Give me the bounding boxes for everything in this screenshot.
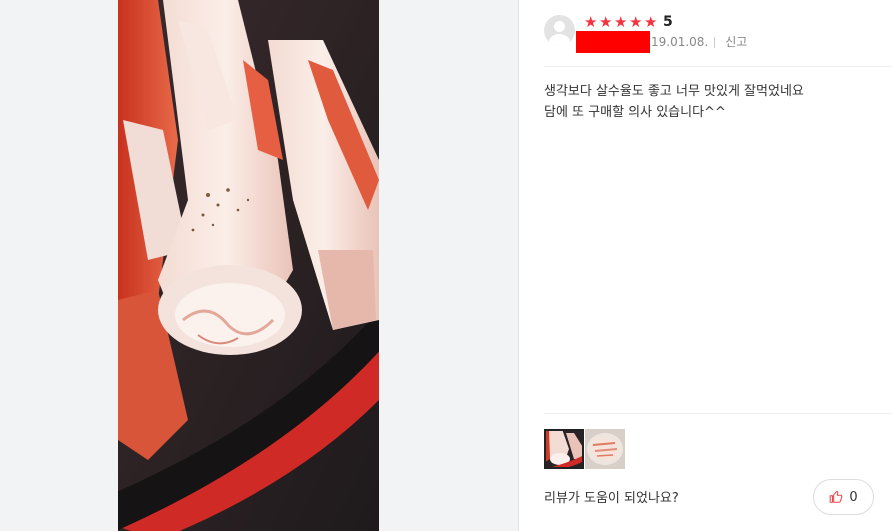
avatar-head-shape	[554, 21, 565, 32]
like-count: 0	[849, 489, 858, 505]
footer-divider	[544, 413, 892, 414]
photo-thumbnails	[544, 429, 626, 469]
meta-divider	[714, 37, 716, 48]
review-photo-thumb-2[interactable]	[585, 429, 625, 469]
review-meta: 19.01.08. 신고	[651, 35, 747, 50]
photo-panel	[0, 0, 519, 531]
rating-score: 5	[663, 14, 673, 30]
like-button[interactable]: 0	[813, 479, 874, 515]
review-content-line: 생각보다 살수율도 좋고 너무 맛있게 잘먹었네요	[544, 84, 804, 99]
review-viewer: ★ ★ ★ ★ ★ 5 19.01.08. 신고 생각보다 살수율도 좋고 너무…	[0, 0, 892, 531]
rating-stars: ★ ★ ★ ★ ★	[584, 13, 659, 31]
review-main-photo	[118, 0, 379, 531]
redacted-username	[576, 31, 650, 53]
review-date: 19.01.08.	[651, 35, 709, 49]
star-icon: ★	[644, 13, 658, 31]
report-link[interactable]: 신고	[725, 35, 747, 50]
thumbs-up-icon	[830, 490, 843, 503]
avatar	[544, 15, 575, 46]
avatar-body-shape	[549, 34, 570, 46]
review-panel: ★ ★ ★ ★ ★ 5 19.01.08. 신고 생각보다 살수율도 좋고 너무…	[519, 0, 892, 531]
review-content: 생각보다 살수율도 좋고 너무 맛있게 잘먹었네요 담에 또 구매할 의사 있습…	[544, 81, 874, 123]
review-content-line: 담에 또 구매할 의사 있습니다^^	[544, 105, 726, 120]
header-divider	[544, 66, 892, 67]
review-photo-thumb-1[interactable]	[544, 429, 584, 469]
star-icon: ★	[614, 13, 628, 31]
star-icon: ★	[584, 13, 598, 31]
star-icon: ★	[599, 13, 613, 31]
helpful-question: 리뷰가 도움이 되었나요?	[544, 491, 679, 506]
star-icon: ★	[629, 13, 643, 31]
